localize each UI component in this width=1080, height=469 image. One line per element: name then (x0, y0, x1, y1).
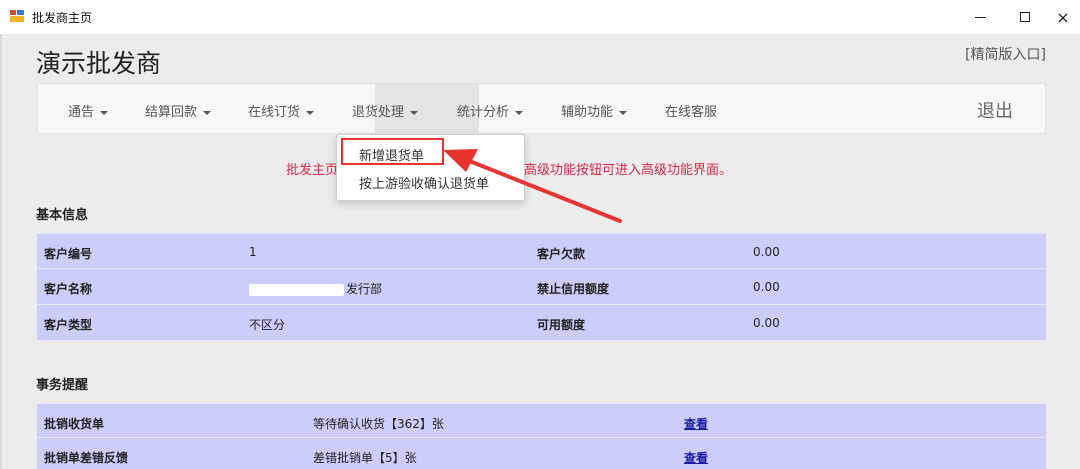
logout-button[interactable]: 退出 (977, 97, 1013, 123)
label-customer-debt: 客户欠款 (537, 247, 586, 261)
caret-down-icon (100, 110, 109, 115)
nav-item-support[interactable]: 在线客服 (665, 101, 717, 120)
value-customer-name: 发行部 (249, 280, 382, 297)
value-customer-debt: 0.00 (753, 245, 780, 259)
app-icon (10, 10, 24, 22)
section-title-basic-info: 基本信息 (36, 208, 89, 223)
value-available-credit: 0.00 (753, 316, 780, 330)
value-credit-limit: 0.00 (753, 280, 780, 294)
nav-item-online-order[interactable]: 在线订货 (248, 101, 315, 120)
table-row: 客户类型 不区分 可用额度 0.00 (37, 305, 1046, 341)
value-customer-type: 不区分 (249, 318, 286, 332)
label-credit-limit: 禁止信用额度 (537, 282, 610, 296)
tasks-table: 批销收货单 等待确认收货【362】张 查看 批销单差错反馈 差错批销单【5】张 … (37, 403, 1046, 469)
nav-item-settlement[interactable]: 结算回款 (145, 101, 212, 120)
caret-down-icon (515, 110, 524, 115)
highlight-box (341, 138, 444, 165)
minimize-button[interactable] (960, 4, 1000, 30)
company-name: 演示批发商 (36, 49, 162, 78)
window-titlebar: 批发商主页 × (0, 0, 1080, 34)
nav-item-statistics[interactable]: 统计分析 (457, 101, 524, 120)
close-button[interactable]: × (1046, 4, 1080, 30)
caret-down-icon (203, 110, 212, 115)
caret-down-icon (306, 110, 315, 115)
nav-item-returns[interactable]: 退货处理 (352, 101, 419, 120)
nav-item-tools[interactable]: 辅助功能 (561, 101, 628, 120)
minimize-icon (974, 16, 986, 18)
caret-down-icon (619, 110, 628, 115)
table-row: 批销收货单 等待确认收货【362】张 查看 (37, 403, 1046, 438)
task-name: 批销单差错反馈 (44, 451, 129, 465)
value-customer-id: 1 (249, 245, 257, 259)
close-icon: × (1056, 7, 1070, 27)
returns-dropdown-menu: 新增退货单 按上游验收确认退货单 (336, 134, 525, 201)
basic-info-table: 客户编号 1 客户欠款 0.00 客户名称 发行部 禁止信用额度 0.00 客户… (37, 233, 1046, 341)
nav-item-notices[interactable]: 通告 (68, 101, 109, 120)
table-row: 批销单差错反馈 差错批销单【5】张 查看 (37, 438, 1046, 469)
view-link[interactable]: 查看 (684, 449, 708, 466)
maximize-button[interactable] (1005, 4, 1045, 30)
table-row: 客户编号 1 客户欠款 0.00 (37, 233, 1046, 269)
section-title-tasks: 事务提醒 (36, 378, 89, 393)
label-customer-type: 客户类型 (44, 318, 93, 332)
maximize-icon (1020, 12, 1030, 22)
task-desc: 差错批销单【5】张 (313, 451, 417, 465)
simple-version-link[interactable]: [精简版入口] (965, 44, 1046, 64)
caret-down-icon (410, 110, 419, 115)
task-name: 批销收货单 (44, 417, 105, 431)
main-navbar: 通告 结算回款 在线订货 退货处理 统计分析 辅助功能 在线客服 退出 (37, 83, 1046, 134)
window-title: 批发商主页 (32, 11, 93, 25)
view-link[interactable]: 查看 (684, 415, 708, 432)
label-customer-name: 客户名称 (44, 282, 93, 296)
label-customer-id: 客户编号 (44, 247, 93, 261)
redacted-block (249, 283, 344, 296)
label-available-credit: 可用额度 (537, 318, 586, 332)
task-desc: 等待确认收货【362】张 (313, 417, 444, 431)
menu-item-confirm-return[interactable]: 按上游验收确认退货单 (359, 173, 489, 192)
table-row: 客户名称 发行部 禁止信用额度 0.00 (37, 269, 1046, 305)
